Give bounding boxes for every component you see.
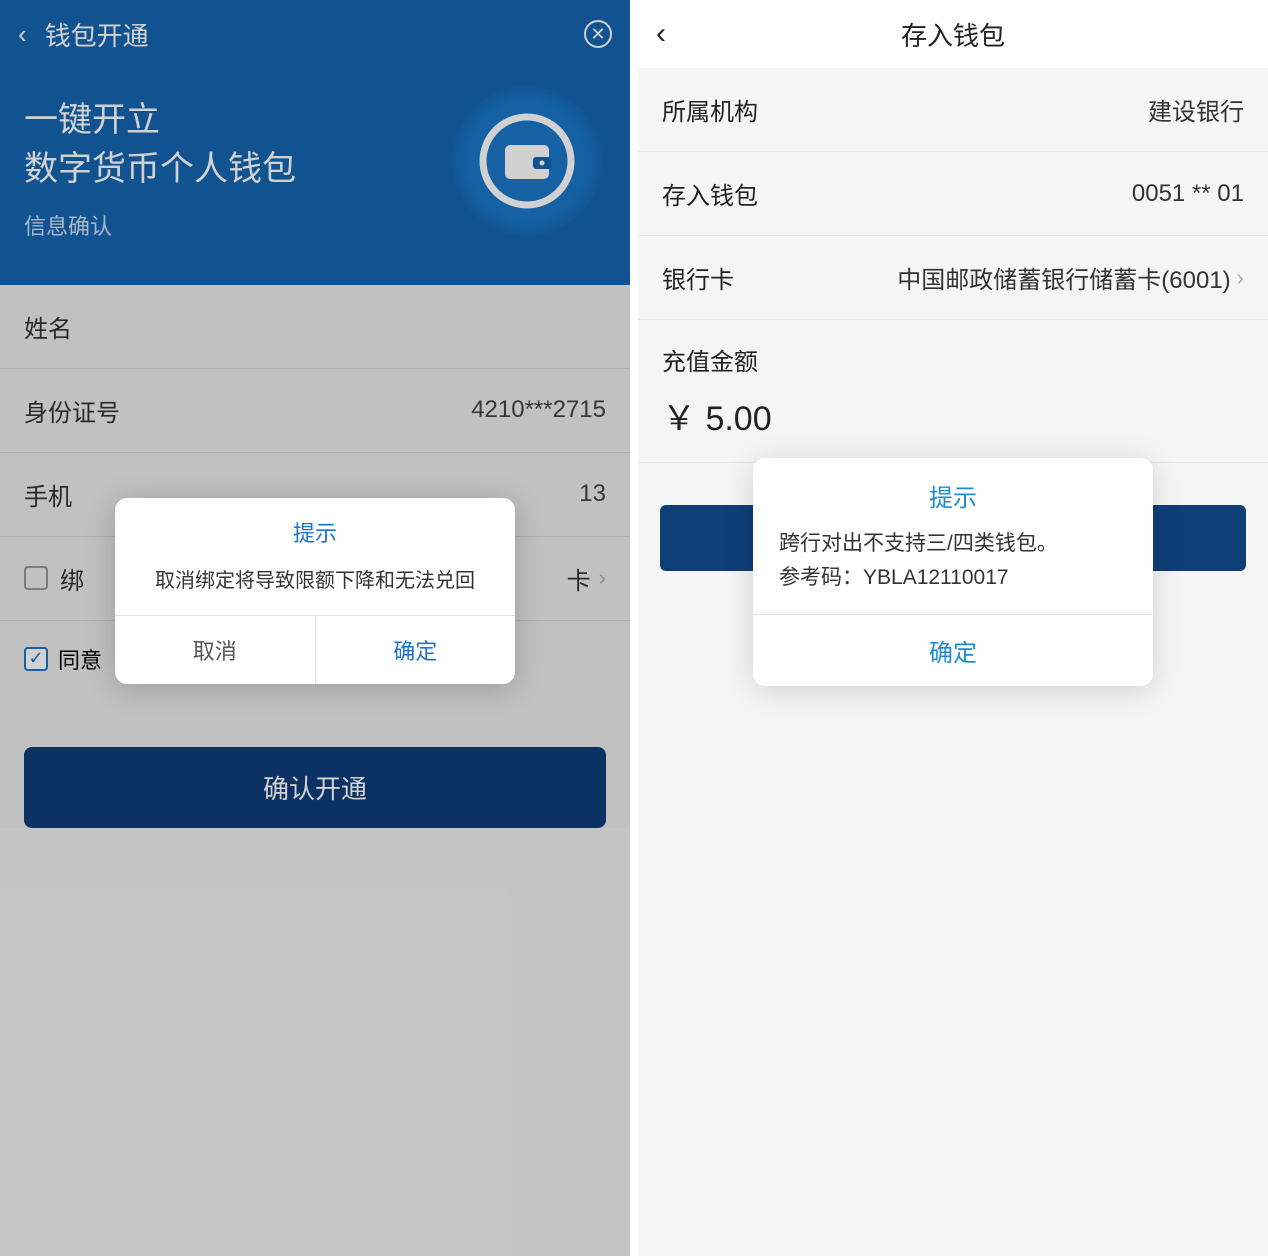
value-org: 建设银行 [1148, 92, 1244, 127]
label-org: 所属机构 [662, 92, 758, 127]
dialog-ok-button[interactable]: 确定 [316, 616, 516, 684]
amount-label: 充值金额 [638, 320, 1268, 387]
dialog-line2: 参考码：YBLA12110017 [779, 561, 1127, 595]
alert-dialog: 提示 跨行对出不支持三/四类钱包。 参考码：YBLA12110017 确定 [753, 458, 1153, 686]
row-card[interactable]: 银行卡 中国邮政储蓄银行储蓄卡(6001) › [638, 236, 1268, 320]
dialog-title: 提示 [115, 498, 515, 558]
value-card: 中国邮政储蓄银行储蓄卡(6001) [897, 260, 1230, 295]
header-title: 存入钱包 [901, 16, 1005, 53]
confirm-dialog: 提示 取消绑定将导致限额下降和无法兑回 取消 确定 [115, 498, 515, 684]
label-card: 银行卡 [662, 260, 734, 295]
screen-wallet-open: ‹ 钱包开通 ✕ 一键开立 数字货币个人钱包 信息确认 姓名 身份证号 4210… [0, 0, 630, 1256]
screen-deposit: ‹ 存入钱包 所属机构 建设银行 存入钱包 0051 ** 01 银行卡 中国邮… [638, 0, 1268, 1256]
back-icon[interactable]: ‹ [656, 17, 666, 51]
dialog-ok-button[interactable]: 确定 [753, 614, 1153, 686]
row-wallet: 存入钱包 0051 ** 01 [638, 152, 1268, 236]
dialog-cancel-button[interactable]: 取消 [115, 616, 316, 684]
dialog-title: 提示 [753, 458, 1153, 527]
chevron-right-icon: › [1237, 265, 1244, 291]
header-bar: ‹ 存入钱包 [638, 0, 1268, 68]
label-wallet: 存入钱包 [662, 176, 758, 211]
value-wallet: 0051 ** 01 [1132, 180, 1244, 208]
row-org: 所属机构 建设银行 [638, 68, 1268, 152]
amount-value[interactable]: ￥ 5.00 [638, 387, 1268, 463]
dialog-line1: 跨行对出不支持三/四类钱包。 [779, 527, 1127, 561]
dialog-body: 取消绑定将导致限额下降和无法兑回 [115, 558, 515, 615]
